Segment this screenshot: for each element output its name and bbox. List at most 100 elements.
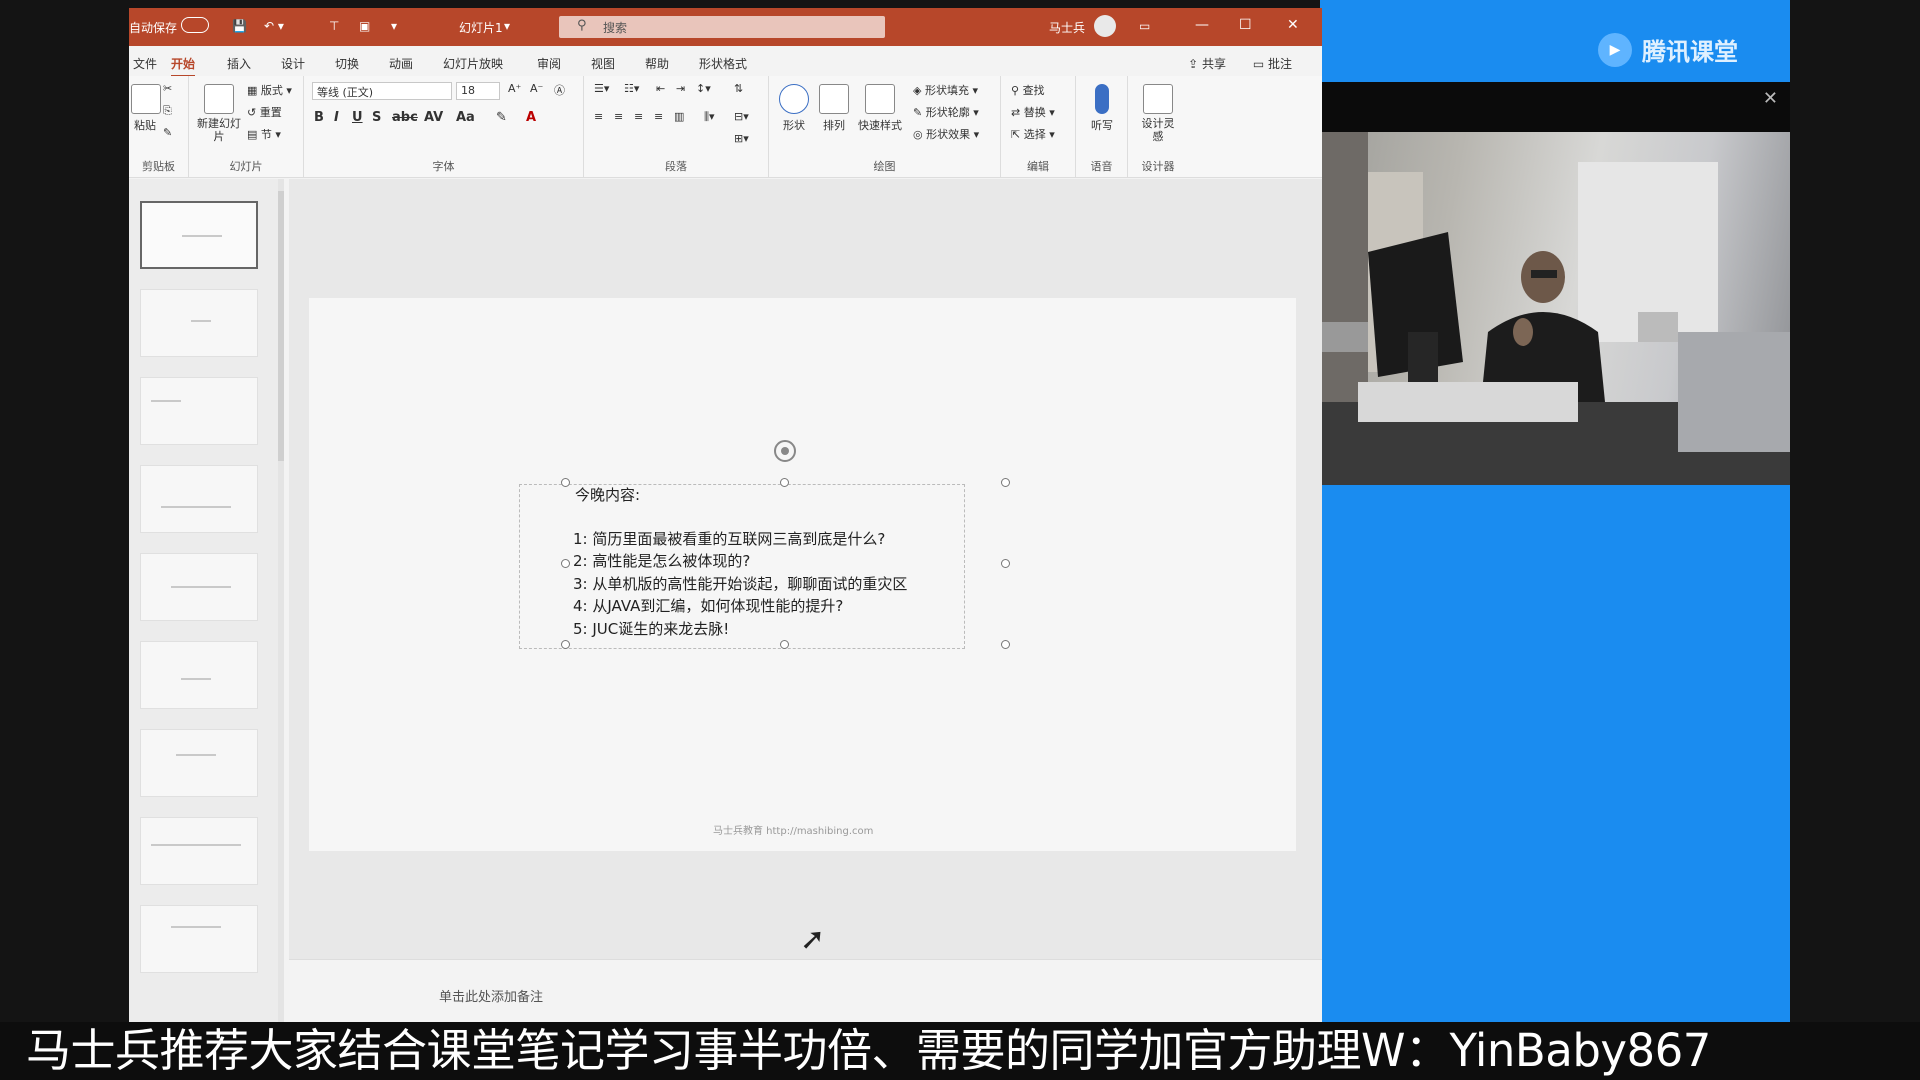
paragraph-group: ☰▾ ☷▾ ⇤ ⇥ ↕▾ ⇅ ≡ ≡ ≡ ≡ ▥ ⫼▾ ⊟▾ ⊞▾ 段落 — [584, 76, 769, 178]
bullets-icon[interactable]: ☰▾ — [594, 82, 609, 95]
decrease-font-icon[interactable]: A⁻ — [530, 82, 543, 95]
slide-item: 2: 高性能是怎么被体现的? — [573, 552, 751, 570]
format-painter-icon[interactable]: ✎ — [163, 126, 172, 139]
tab-animations[interactable]: 动画 — [389, 55, 413, 72]
tab-design[interactable]: 设计 — [281, 55, 305, 72]
layout-button[interactable]: ▦ 版式 ▾ — [247, 82, 292, 98]
thumbnails-scrollbar[interactable] — [278, 179, 284, 1022]
shape-effects-button[interactable]: ◎ 形状效果 ▾ — [913, 126, 979, 142]
tab-transitions[interactable]: 切换 — [335, 55, 359, 72]
resize-handle[interactable] — [561, 640, 570, 649]
maximize-icon[interactable]: ☐ — [1239, 17, 1252, 33]
columns-icon[interactable]: ⫼▾ — [704, 110, 715, 124]
slide-heading: 今晚内容: — [575, 486, 641, 504]
shape-outline-button[interactable]: ✎ 形状轮廓 ▾ — [913, 104, 979, 120]
section-button[interactable]: ▤ 节 ▾ — [247, 126, 281, 142]
resize-handle[interactable] — [561, 478, 570, 487]
resize-handle[interactable] — [1001, 559, 1010, 568]
align-left-icon[interactable]: ≡ — [594, 110, 603, 123]
slide-thumbnail[interactable] — [140, 553, 258, 621]
reset-button[interactable]: ↺ 重置 — [247, 104, 282, 120]
text-direction-icon[interactable]: ⇅ — [734, 82, 743, 95]
slide-thumbnail[interactable] — [140, 465, 258, 533]
scrollbar-thumb[interactable] — [278, 191, 284, 461]
underline-icon[interactable]: U — [352, 110, 363, 125]
slide-thumbnail[interactable] — [140, 817, 258, 885]
tab-insert[interactable]: 插入 — [227, 55, 251, 72]
close-icon[interactable]: ✕ — [1763, 88, 1778, 109]
font-color-icon[interactable]: A — [526, 110, 536, 125]
shapes-button[interactable]: 形状 — [777, 84, 811, 133]
resize-handle[interactable] — [780, 640, 789, 649]
slide-thumbnail[interactable] — [140, 201, 258, 269]
shapes-icon — [779, 84, 809, 114]
tab-home[interactable]: 开始 — [171, 55, 196, 77]
resize-handle[interactable] — [1001, 640, 1010, 649]
font-size-dropdown[interactable]: 18 — [456, 82, 500, 100]
shape-fill-button[interactable]: ◈ 形状填充 ▾ — [913, 82, 978, 98]
font-name-dropdown[interactable]: 等线 (正文) — [312, 82, 452, 100]
design-ideas-button[interactable]: 设计灵感 — [1138, 84, 1178, 143]
select-button[interactable]: ⇱ 选择 ▾ — [1011, 126, 1055, 142]
tab-file[interactable]: 文件 — [133, 55, 157, 72]
undo-icon[interactable]: ↶ ▾ — [264, 19, 284, 33]
distributed-icon[interactable]: ▥ — [674, 110, 684, 123]
present-icon[interactable]: ⊤ — [329, 19, 339, 33]
replace-button[interactable]: ⇄ 替换 ▾ — [1011, 104, 1055, 120]
autosave-toggle[interactable] — [181, 17, 209, 33]
change-case-icon[interactable]: Aa — [456, 110, 475, 125]
avatar[interactable] — [1094, 15, 1116, 37]
minimize-icon[interactable]: — — [1195, 17, 1209, 33]
tab-slideshow[interactable]: 幻灯片放映 — [443, 55, 503, 72]
increase-font-icon[interactable]: A⁺ — [508, 82, 521, 95]
decrease-indent-icon[interactable]: ⇤ — [656, 82, 665, 95]
ribbon-display-icon[interactable]: ▭ — [1139, 19, 1150, 33]
resize-handle[interactable] — [561, 559, 570, 568]
bold-icon[interactable]: B — [314, 110, 324, 125]
smartart-icon[interactable]: ⊞▾ — [734, 132, 749, 145]
italic-icon[interactable]: I — [334, 110, 339, 125]
notes-pane[interactable]: 单击此处添加备注 — [289, 959, 1322, 1022]
voice-group: 听写 语音 — [1076, 76, 1128, 178]
start-slideshow-icon[interactable]: ▣ — [359, 19, 370, 33]
cut-icon[interactable]: ✂ — [163, 82, 172, 95]
slide-thumbnail[interactable] — [140, 641, 258, 709]
find-button[interactable]: ⚲ 查找 — [1011, 82, 1045, 98]
resize-handle[interactable] — [780, 478, 789, 487]
resize-handle[interactable] — [1001, 478, 1010, 487]
highlight-icon[interactable]: ✎ — [496, 110, 507, 125]
search-input[interactable]: ⚲ 搜索 — [559, 16, 885, 38]
increase-indent-icon[interactable]: ⇥ — [676, 82, 685, 95]
shadow-icon[interactable]: S — [372, 110, 381, 125]
copy-icon[interactable]: ⎘ — [163, 104, 172, 118]
new-slide-button[interactable]: 新建幻灯片 — [197, 84, 241, 143]
tab-review[interactable]: 审阅 — [537, 55, 561, 72]
align-right-icon[interactable]: ≡ — [634, 110, 643, 123]
customize-toolbar-icon[interactable]: ▾ — [391, 19, 397, 33]
paste-button[interactable]: 粘贴 — [131, 84, 161, 133]
align-center-icon[interactable]: ≡ — [614, 110, 623, 123]
tab-shape-format[interactable]: 形状格式 — [699, 55, 747, 72]
justify-icon[interactable]: ≡ — [654, 110, 663, 123]
line-spacing-icon[interactable]: ↕▾ — [696, 82, 711, 95]
rotate-handle[interactable] — [774, 440, 796, 462]
align-text-icon[interactable]: ⊟▾ — [734, 110, 749, 123]
title-dropdown-icon[interactable]: ▾ — [504, 19, 510, 33]
slide-thumbnail[interactable] — [140, 289, 258, 357]
comment-button[interactable]: ▭ 批注 — [1253, 55, 1292, 72]
save-icon[interactable]: 💾 — [232, 19, 247, 33]
share-button[interactable]: ⇪ 共享 — [1188, 55, 1226, 72]
slide-thumbnail[interactable] — [140, 905, 258, 973]
char-spacing-icon[interactable]: AV — [424, 110, 443, 125]
slide-thumbnail[interactable] — [140, 729, 258, 797]
clear-format-icon[interactable]: Ⓐ — [554, 82, 565, 98]
arrange-button[interactable]: 排列 — [817, 84, 851, 133]
quick-styles-button[interactable]: 快速样式 — [855, 84, 905, 133]
tab-help[interactable]: 帮助 — [645, 55, 669, 72]
tab-view[interactable]: 视图 — [591, 55, 615, 72]
numbering-icon[interactable]: ☷▾ — [624, 82, 639, 95]
dictate-button[interactable]: 听写 — [1084, 84, 1120, 133]
slide-thumbnail[interactable] — [140, 377, 258, 445]
close-window-icon[interactable]: ✕ — [1287, 17, 1299, 33]
strikethrough-icon[interactable]: abc — [392, 110, 418, 125]
